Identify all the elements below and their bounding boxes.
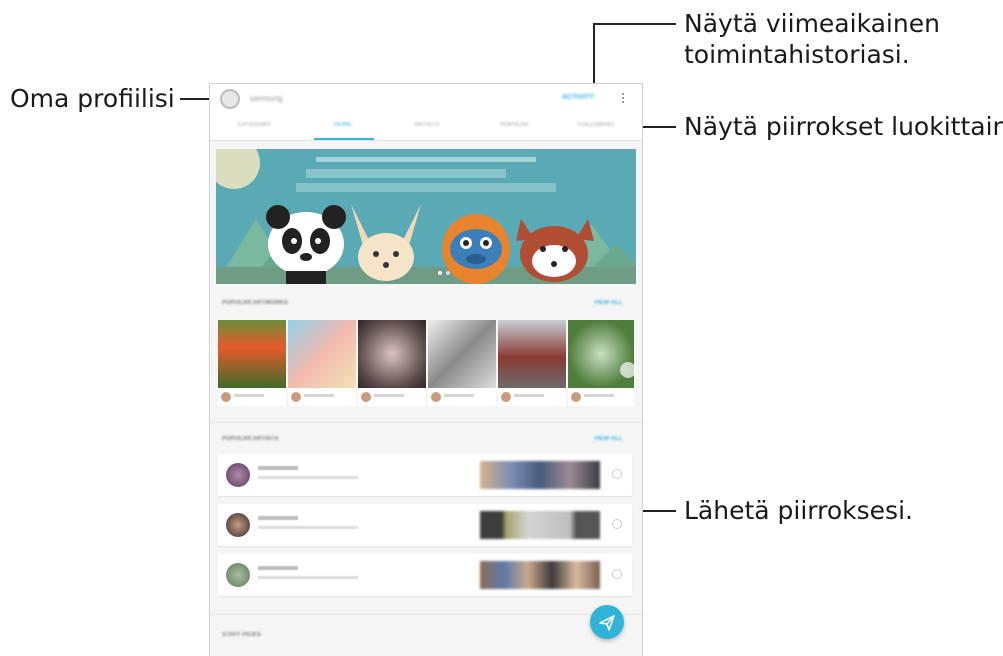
callout-activity-line1: Näytä viimeaikainen — [684, 9, 940, 38]
artwork-meta — [288, 388, 356, 406]
artist-row[interactable] — [218, 504, 632, 546]
leader-line-activity-v — [593, 23, 595, 90]
upload-drawing-button[interactable] — [590, 605, 624, 639]
artist-artwork-strip — [480, 561, 600, 589]
artwork-thumbnail[interactable] — [428, 320, 496, 388]
artist-avatar — [226, 463, 250, 487]
tab-5[interactable]: following — [578, 122, 614, 128]
top-app-bar: samsung ACTIVITY — [210, 84, 642, 114]
artist-artwork-strip — [480, 511, 600, 539]
artwork-thumbnail[interactable] — [358, 320, 426, 388]
tab-4[interactable]: popular — [500, 122, 529, 128]
artwork-meta — [358, 388, 426, 406]
avatar-icon[interactable] — [220, 89, 240, 109]
artwork-thumbnail[interactable] — [498, 320, 566, 388]
category-tabs: category home artists popular following — [210, 114, 642, 141]
callout-upload: Lähetä piirroksesi. — [684, 496, 913, 525]
app-screen: samsung ACTIVITY category home artists p… — [209, 83, 643, 656]
tab-2[interactable]: home — [334, 122, 352, 128]
paper-plane-icon — [599, 615, 615, 631]
username-label: samsung — [250, 94, 283, 103]
section-title-popular-artists: popular artists — [222, 436, 279, 442]
artist-artwork-strip — [480, 461, 600, 489]
artwork-thumbnail[interactable] — [218, 320, 286, 388]
artist-avatar — [226, 513, 250, 537]
tab-indicator — [314, 138, 374, 140]
callout-categories: Näytä piirrokset luokittain. — [684, 112, 1003, 141]
callout-profile: Oma profiilisi — [10, 84, 175, 113]
section-divider — [210, 422, 642, 423]
artwork-thumbnail[interactable] — [568, 320, 634, 388]
featured-banner[interactable] — [216, 149, 636, 284]
activity-button[interactable]: ACTIVITY — [562, 94, 594, 101]
more-vert-icon[interactable] — [622, 93, 624, 105]
tab-1[interactable]: category — [238, 122, 271, 128]
artwork-meta — [428, 388, 496, 406]
banner-illustration — [216, 149, 636, 284]
artist-row[interactable] — [218, 554, 632, 596]
section-divider — [210, 614, 642, 615]
link-icon[interactable] — [612, 569, 622, 579]
view-all-artists-button[interactable]: VIEW ALL — [594, 436, 622, 442]
artwork-thumbnail[interactable] — [288, 320, 356, 388]
tab-3[interactable]: artists — [414, 122, 439, 128]
leader-line-activity-h — [593, 23, 676, 25]
artwork-meta — [498, 388, 566, 406]
artist-row[interactable] — [218, 454, 632, 496]
link-icon[interactable] — [612, 469, 622, 479]
callout-activity: Näytä viimeaikainen toimintahistoriasi. — [684, 8, 940, 70]
view-all-artworks-button[interactable]: VIEW ALL — [594, 300, 622, 306]
section-title-popular-artworks: popular artworks — [222, 300, 289, 306]
link-icon[interactable] — [612, 519, 622, 529]
artwork-meta — [218, 388, 286, 406]
artist-avatar — [226, 563, 250, 587]
artwork-meta — [568, 388, 634, 406]
section-title-staff-picks: staff picks — [222, 632, 261, 638]
scroll-next-icon[interactable] — [620, 362, 636, 378]
callout-activity-line2: toimintahistoriasi. — [684, 40, 910, 69]
